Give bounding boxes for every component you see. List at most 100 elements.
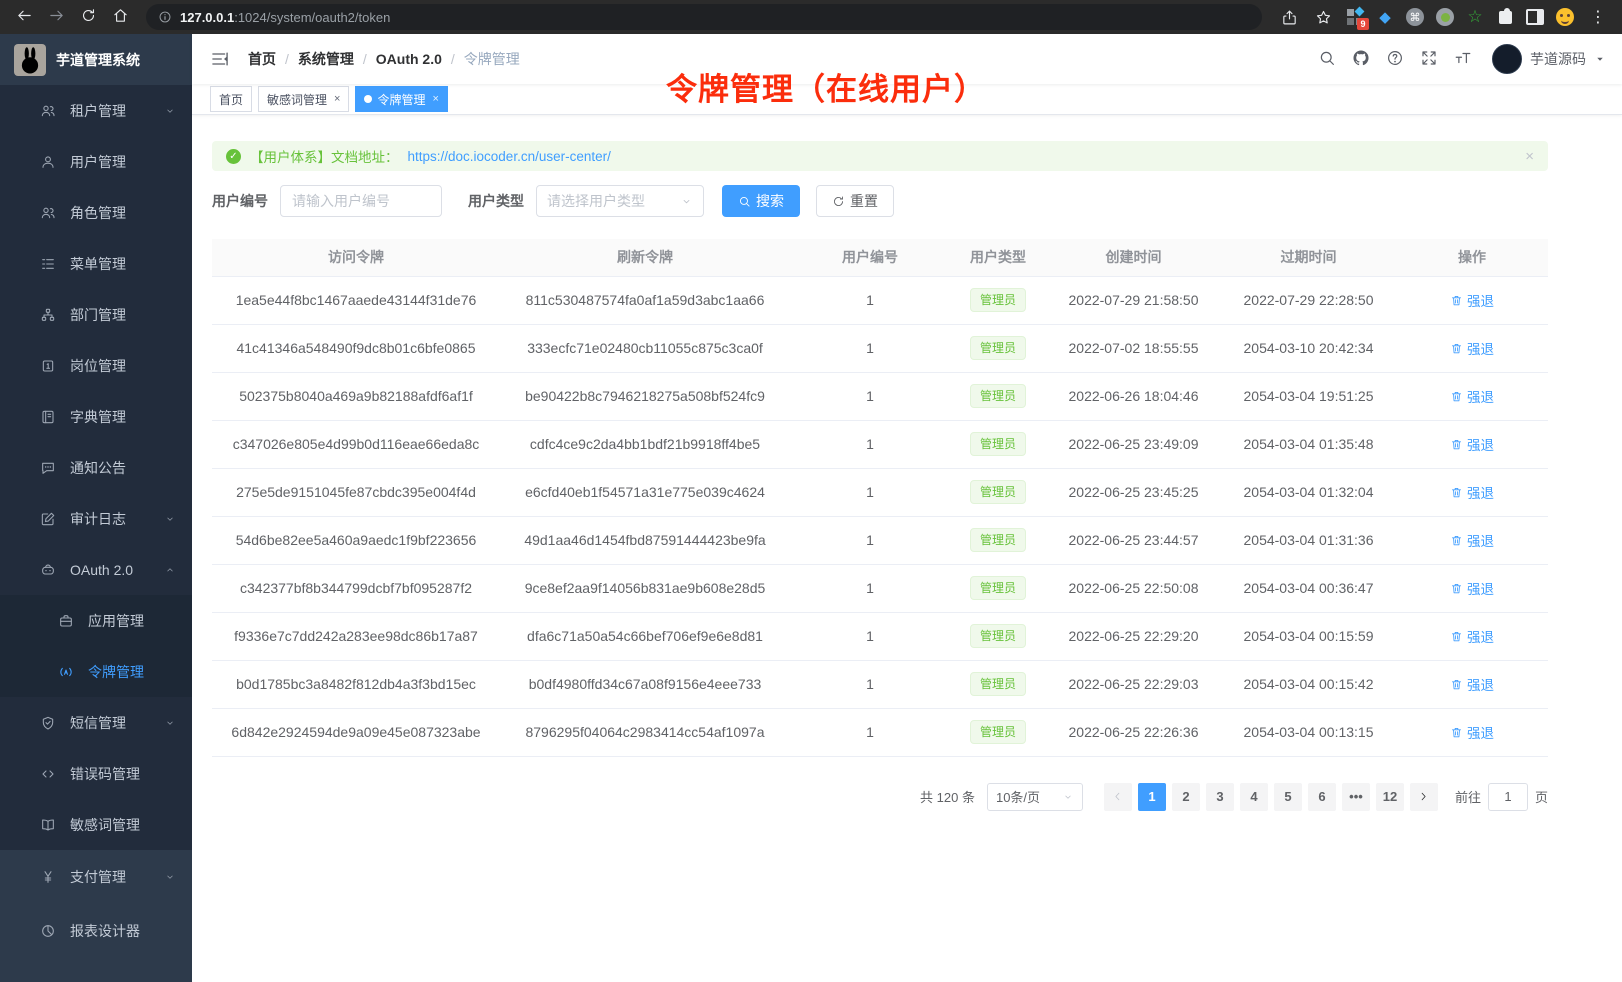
screen: 127.0.0.1:1024/system/oauth2/token 9 ◆ xyxy=(0,0,1622,982)
breadcrumb-item[interactable]: 令牌管理 xyxy=(464,49,520,69)
force-logout-button[interactable]: 强退 xyxy=(1450,674,1494,694)
browser-menu-button[interactable]: ⋮ xyxy=(1586,7,1610,27)
menu-item-label: 角色管理 xyxy=(70,203,126,223)
prev-page-button[interactable] xyxy=(1104,783,1132,811)
view-tab[interactable]: 敏感词管理 × xyxy=(258,86,349,112)
force-logout-button[interactable]: 强退 xyxy=(1450,626,1494,646)
sidebar-menu-item[interactable]: 审计日志 xyxy=(0,493,192,544)
page-number-button[interactable]: 6 xyxy=(1308,783,1336,811)
sidebar-logo[interactable]: 芋道管理系统 xyxy=(0,34,192,85)
navbar-tool-icon[interactable] xyxy=(1352,49,1370,70)
sidebar-menu-item[interactable]: 用户管理 xyxy=(0,136,192,187)
user-type-badge: 管理员 xyxy=(970,432,1026,456)
force-logout-button[interactable]: 强退 xyxy=(1450,434,1494,454)
browser-nav-button[interactable] xyxy=(106,3,134,31)
next-page-button[interactable] xyxy=(1410,783,1438,811)
doc-link[interactable]: https://doc.iocoder.cn/user-center/ xyxy=(408,149,611,164)
created-time-cell: 2022-07-02 18:55:55 xyxy=(1046,324,1221,372)
navbar-tool-icon[interactable] xyxy=(1420,49,1438,70)
navbar-tool-icon[interactable] xyxy=(1386,49,1404,70)
sidebar-menu-item[interactable]: OAuth 2.0 xyxy=(0,544,192,595)
trash-icon xyxy=(1450,438,1463,451)
sidebar-menu-item[interactable]: 敏感词管理 xyxy=(0,799,192,850)
browser-extension-icon[interactable] xyxy=(1496,8,1514,26)
browser-extension-icon[interactable]: ◆ xyxy=(1376,8,1394,26)
search-form: 用户编号 用户类型 请选择用户类型 搜索 重置 xyxy=(212,185,1602,217)
doc-alert: ✓ 【用户体系】文档地址： https://doc.iocoder.cn/use… xyxy=(212,141,1548,171)
navbar-tool-icon[interactable] xyxy=(1318,49,1336,70)
page-number-button[interactable]: 3 xyxy=(1206,783,1234,811)
browser-extension-icon[interactable] xyxy=(1526,8,1544,26)
force-logout-button[interactable]: 强退 xyxy=(1450,482,1494,502)
force-logout-button[interactable]: 强退 xyxy=(1450,290,1494,310)
sidebar-menu-item[interactable]: 令牌管理 xyxy=(0,646,192,697)
browser-extension-icon[interactable]: 9 xyxy=(1346,8,1364,26)
sidebar-menu-item[interactable]: 部门管理 xyxy=(0,289,192,340)
page-number-button[interactable]: 4 xyxy=(1240,783,1268,811)
browser-extension-icon[interactable] xyxy=(1556,8,1574,26)
sidebar-menu-item[interactable]: 租户管理 xyxy=(0,85,192,136)
sidebar-menu-item[interactable]: 报表设计器 xyxy=(0,904,192,958)
page-size-select[interactable]: 10条/页 xyxy=(987,783,1083,811)
browser-extension-icon[interactable]: ☆ xyxy=(1466,8,1484,26)
table-row: c342377bf8b344799dcbf7bf095287f2 9ce8ef2… xyxy=(212,564,1548,612)
access-token-cell: 6d842e2924594de9a09e45e087323abe xyxy=(212,708,500,756)
expire-time-cell: 2054-03-04 01:31:36 xyxy=(1221,516,1396,564)
address-bar[interactable]: 127.0.0.1:1024/system/oauth2/token xyxy=(146,4,1262,30)
tab-close-icon[interactable]: × xyxy=(334,93,340,105)
page-buttons: 1 2 3 4 5 6 ••• xyxy=(1135,783,1407,811)
sidebar-menu-item[interactable]: 短信管理 xyxy=(0,697,192,748)
browser-nav-button[interactable] xyxy=(10,3,38,31)
user-type-select[interactable]: 请选择用户类型 xyxy=(536,185,704,217)
browser-nav-buttons xyxy=(10,3,134,31)
sidebar-menu-item[interactable]: 错误码管理 xyxy=(0,748,192,799)
sidebar-menu-item[interactable]: 菜单管理 xyxy=(0,238,192,289)
menu-item-label: 支付管理 xyxy=(70,867,126,887)
page-number-button[interactable]: ••• xyxy=(1342,783,1370,811)
navbar-tool-icon[interactable] xyxy=(1454,49,1472,70)
sidebar-menu-item[interactable]: 岗位管理 xyxy=(0,340,192,391)
view-tab[interactable]: 令牌管理 × xyxy=(355,86,447,112)
sidebar-menu-item[interactable]: 字典管理 xyxy=(0,391,192,442)
browser-extension-icon[interactable] xyxy=(1436,8,1454,26)
site-info-icon[interactable] xyxy=(158,10,172,24)
tab-close-icon[interactable]: × xyxy=(432,93,438,105)
force-logout-button[interactable]: 强退 xyxy=(1450,530,1494,550)
refresh-token-cell: 8796295f04064c2983414cc54af1097a xyxy=(500,708,790,756)
bookmark-button[interactable] xyxy=(1312,6,1334,28)
page-number-button[interactable]: 1 xyxy=(1138,783,1166,811)
breadcrumb-item[interactable]: OAuth 2.0 xyxy=(376,51,442,67)
user-id-input[interactable] xyxy=(280,185,442,217)
reset-button[interactable]: 重置 xyxy=(816,185,894,217)
access-token-cell: 41c41346a548490f9dc8b01c6bfe0865 xyxy=(212,324,500,372)
sidebar-menu-item[interactable]: 支付管理 xyxy=(0,850,192,904)
breadcrumb-item[interactable]: 系统管理 xyxy=(298,49,354,69)
sidebar-menu-item[interactable]: 角色管理 xyxy=(0,187,192,238)
browser-extension-icon[interactable]: ⌘ xyxy=(1406,8,1424,26)
force-logout-button[interactable]: 强退 xyxy=(1450,578,1494,598)
page-number-button[interactable]: 12 xyxy=(1376,783,1404,811)
page-number-button[interactable]: 5 xyxy=(1274,783,1302,811)
alert-close-icon[interactable]: × xyxy=(1525,148,1534,165)
access-token-cell: c342377bf8b344799dcbf7bf095287f2 xyxy=(212,564,500,612)
share-button[interactable] xyxy=(1278,6,1300,28)
breadcrumb-item[interactable]: 首页 xyxy=(248,49,276,69)
browser-nav-button[interactable] xyxy=(74,3,102,31)
browser-nav-button[interactable] xyxy=(42,3,70,31)
force-logout-button[interactable]: 强退 xyxy=(1450,386,1494,406)
view-tab[interactable]: 首页 xyxy=(210,86,252,112)
table-body: 1ea5e44f8bc1467aaede43144f31de76 811c530… xyxy=(212,276,1548,756)
user-type-label: 用户类型 xyxy=(468,191,524,211)
force-logout-button[interactable]: 强退 xyxy=(1450,338,1494,358)
user-menu[interactable]: 芋道源码 xyxy=(1492,44,1606,74)
menu-item-label: 短信管理 xyxy=(70,713,126,733)
menu-item-label: 菜单管理 xyxy=(70,254,126,274)
access-token-cell: 502375b8040a469a9b82188afdf6af1f xyxy=(212,372,500,420)
search-button[interactable]: 搜索 xyxy=(722,185,800,217)
force-logout-button[interactable]: 强退 xyxy=(1450,722,1494,742)
sidebar-menu-item[interactable]: 应用管理 xyxy=(0,595,192,646)
sidebar-menu-item[interactable]: 通知公告 xyxy=(0,442,192,493)
goto-page-input[interactable] xyxy=(1488,783,1528,811)
page-number-button[interactable]: 2 xyxy=(1172,783,1200,811)
sidebar-collapse-button[interactable] xyxy=(208,49,240,69)
